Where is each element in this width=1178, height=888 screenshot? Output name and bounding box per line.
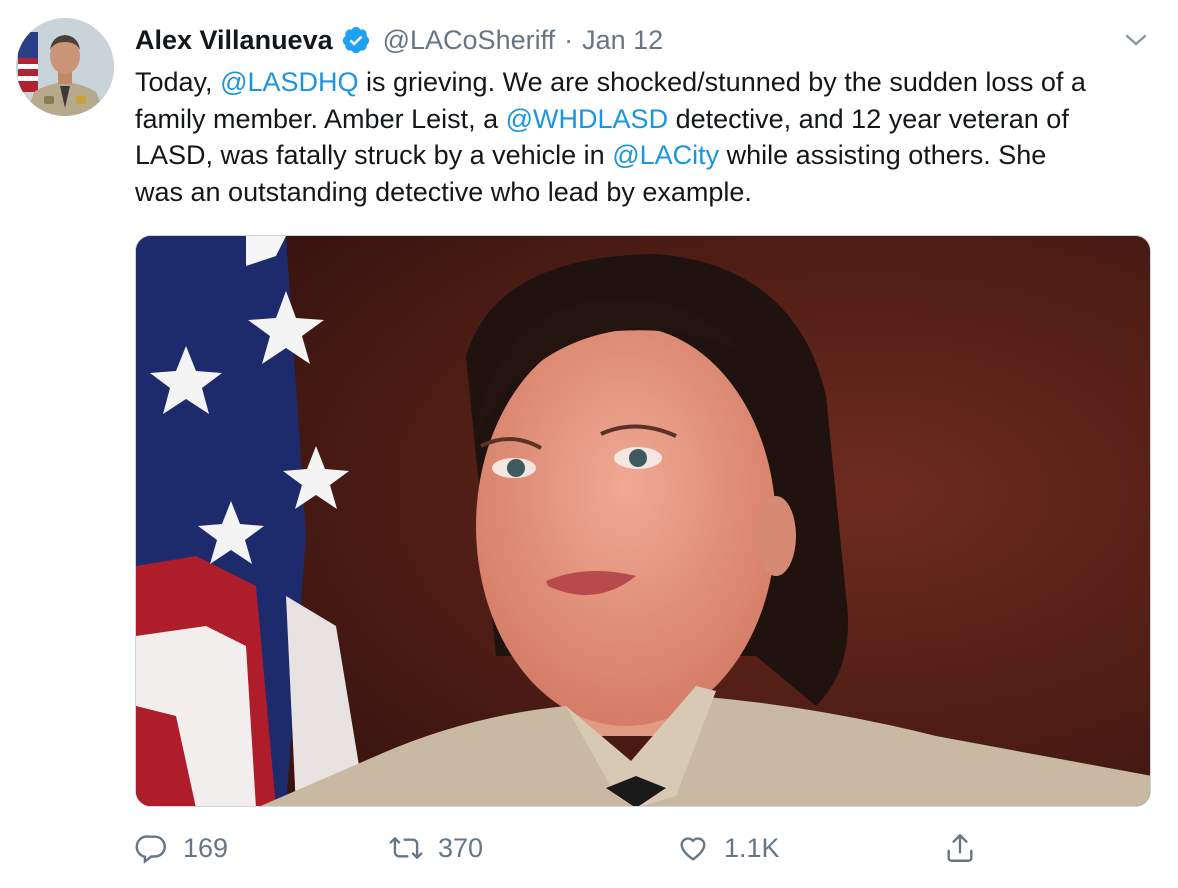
tweet-text-line: family member. Amber Leist, a @WHDLASD d… — [135, 101, 1165, 138]
tweet-text-line: Today, @LASDHQ is grieving. We are shock… — [135, 64, 1165, 101]
tweet-text-segment: was an outstanding detective who lead by… — [135, 176, 752, 207]
tweet-text-segment: Today, — [135, 67, 221, 97]
retweet-button[interactable]: 370 — [388, 826, 483, 870]
share-icon — [943, 831, 977, 865]
share-button[interactable] — [943, 826, 977, 870]
avatar-portrait — [16, 18, 114, 116]
author-avatar[interactable] — [16, 18, 114, 116]
like-button[interactable]: 1.1K — [676, 826, 780, 870]
retweet-icon — [388, 831, 424, 865]
tweet-text-line: was an outstanding detective who lead by… — [135, 174, 1165, 211]
tweet-text-segment: family member. Amber Leist, a — [135, 103, 506, 134]
mention-link[interactable]: @LASDHQ — [220, 67, 358, 97]
retweet-count: 370 — [438, 832, 484, 863]
reply-count: 169 — [183, 832, 229, 863]
tweet-text-line: LASD, was fatally struck by a vehicle in… — [135, 137, 1165, 174]
header-separator: · — [564, 24, 574, 55]
tweet-text-segment: is grieving. We are shocked/stunned by t… — [358, 67, 1086, 97]
tweet-text: Today, @LASDHQ is grieving. We are shock… — [135, 64, 1165, 210]
tweet-header: Alex Villanueva @LACoSheriff · Jan 12 — [135, 20, 663, 60]
tweet-actions: 169 370 1.1K — [135, 826, 1151, 870]
author-handle[interactable]: @LACoSheriff — [383, 25, 556, 56]
author-name[interactable]: Alex Villanueva — [135, 25, 333, 56]
tweet-text-segment: LASD, was fatally struck by a vehicle in — [135, 140, 613, 170]
tweet-photo[interactable] — [135, 235, 1151, 807]
mention-link[interactable]: @LACity — [612, 140, 719, 170]
tweet-text-segment: detective, and 12 year veteran of — [668, 103, 1069, 134]
verified-badge-icon — [341, 25, 371, 55]
like-count: 1.1K — [724, 832, 780, 863]
portrait-photo — [136, 236, 1150, 806]
tweet-card[interactable]: Alex Villanueva @LACoSheriff · Jan 12 To… — [0, 0, 1178, 888]
chevron-down-icon[interactable] — [1122, 28, 1150, 52]
tweet-date[interactable]: Jan 12 — [582, 25, 663, 56]
reply-icon — [135, 831, 169, 865]
tweet-text-segment: while assisting others. She — [719, 140, 1047, 170]
heart-icon — [676, 831, 710, 865]
reply-button[interactable]: 169 — [135, 826, 228, 870]
mention-link[interactable]: @WHDLASD — [506, 104, 668, 134]
